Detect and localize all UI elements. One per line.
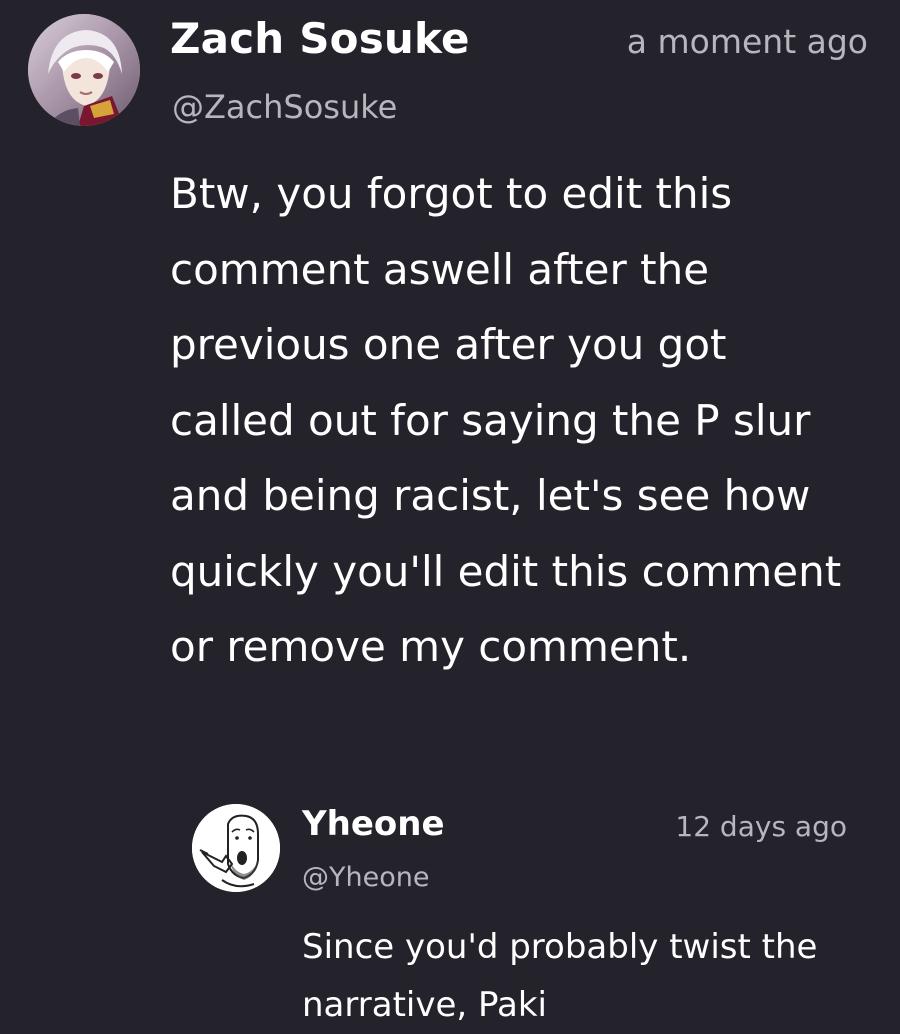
reply-timestamp: 12 days ago <box>675 810 847 843</box>
reply-body: Since you'd probably twist the narrative… <box>302 927 818 1025</box>
anime-character-avatar-icon <box>28 14 140 126</box>
reply-author-handle[interactable]: @Yheone <box>302 862 429 893</box>
reply-author-name[interactable]: Yheone <box>302 804 445 844</box>
avatar[interactable] <box>192 804 280 892</box>
wojak-pointing-avatar-icon <box>192 804 280 892</box>
comment-body: Btw, you forgot to edit this comment asw… <box>170 169 842 671</box>
author-name[interactable]: Zach Sosuke <box>170 14 470 63</box>
avatar[interactable] <box>28 14 140 126</box>
author-handle[interactable]: @ZachSosuke <box>172 88 397 126</box>
timestamp: a moment ago <box>626 22 868 61</box>
